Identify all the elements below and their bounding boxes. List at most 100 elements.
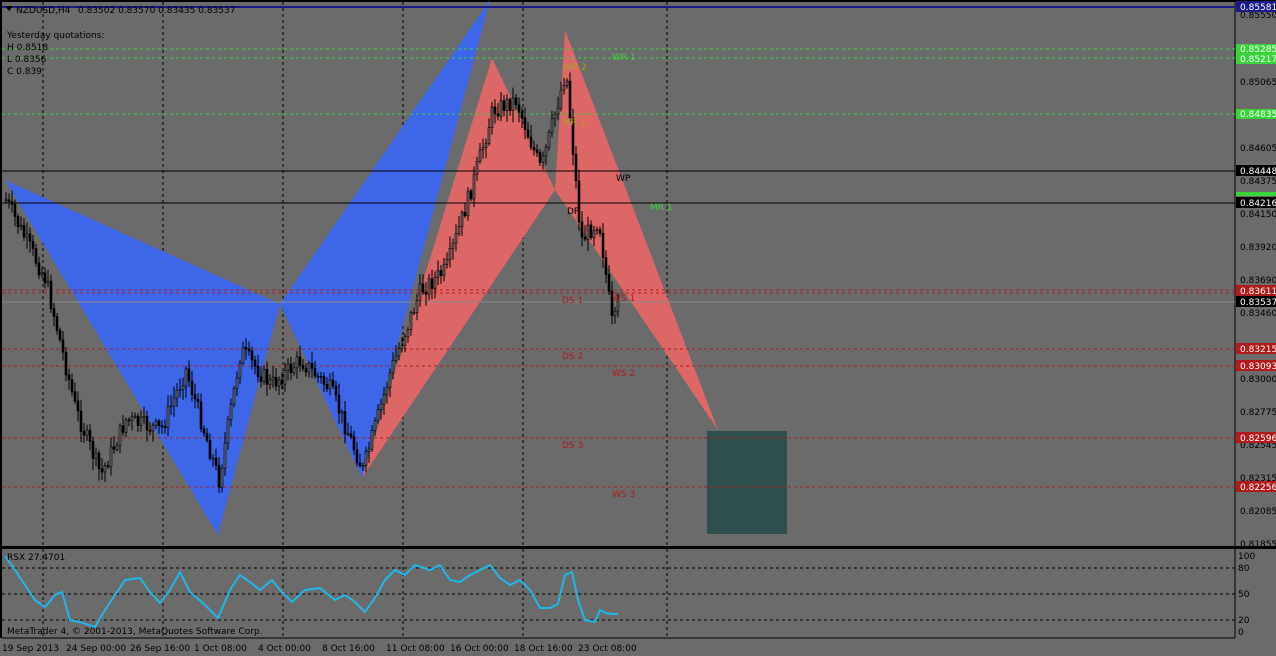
candle-body <box>295 356 299 369</box>
candle-body <box>82 431 86 436</box>
candle-body <box>49 280 53 309</box>
candle-body <box>409 312 413 330</box>
candle-body <box>61 339 65 353</box>
candle-body <box>568 80 572 119</box>
svg-text:100: 100 <box>1238 552 1255 562</box>
svg-text:23 Oct 08:00: 23 Oct 08:00 <box>578 644 637 654</box>
candle-body <box>157 420 161 427</box>
chart-window[interactable]: WR 1 WR 2 MR 1 WP MR 1 DP DS 1 WS 1 DS 2… <box>0 0 1276 656</box>
copyright-label: MetaTrader 4, © 2001-2013, MetaQuotes So… <box>7 627 263 637</box>
svg-text:24 Sep 00:00: 24 Sep 00:00 <box>66 644 126 654</box>
tag-wp: 0.84448 <box>1240 167 1276 177</box>
tag-mr1: 0.84835 <box>1240 110 1276 120</box>
candle-body <box>13 204 17 217</box>
candle-body <box>364 451 368 466</box>
svg-text:26 Sep 16:00: 26 Sep 16:00 <box>130 644 190 654</box>
svg-text:0.83000: 0.83000 <box>1240 375 1276 385</box>
candle-body <box>70 379 74 393</box>
level-ws2-label: WS 2 <box>612 369 635 379</box>
candle-body <box>187 368 191 382</box>
candle-body <box>346 433 350 436</box>
svg-text:4 Oct 00:00: 4 Oct 00:00 <box>258 644 311 654</box>
candle-body <box>40 272 44 276</box>
candle-body <box>88 429 92 442</box>
candle-body <box>133 415 137 418</box>
candle-body <box>478 149 482 162</box>
candle-body <box>376 409 380 422</box>
candle-body <box>97 452 101 470</box>
candle-body <box>595 229 599 232</box>
candle-body <box>262 369 266 382</box>
svg-text:0.83460: 0.83460 <box>1240 309 1276 319</box>
candle-body <box>496 113 500 117</box>
candle-body <box>400 345 404 349</box>
candle-body <box>433 276 437 289</box>
candle-body <box>73 391 77 402</box>
candle-body <box>235 377 239 389</box>
candle-body <box>130 416 134 421</box>
level-mr1-label: MR 1 <box>563 118 586 128</box>
candle-body <box>214 457 218 466</box>
candle-body <box>517 104 521 113</box>
candle-body <box>547 131 551 148</box>
candle-body <box>169 405 173 408</box>
candle-body <box>31 240 35 249</box>
candle-body <box>229 404 233 420</box>
candle-body <box>16 216 20 228</box>
candle-body <box>559 89 563 109</box>
svg-text:50: 50 <box>1238 590 1250 600</box>
candle-body <box>589 224 593 238</box>
candle-body <box>472 173 476 200</box>
candle-body <box>121 425 125 433</box>
candle-body <box>457 226 461 234</box>
yesterday-low: L 0.8356 <box>7 55 47 65</box>
candle-body <box>76 400 80 412</box>
candle-body <box>286 363 290 371</box>
candle-body <box>196 398 200 403</box>
candle-body <box>199 401 203 430</box>
candle-body <box>613 310 617 316</box>
candle-body <box>505 99 509 111</box>
candle-body <box>109 446 113 468</box>
candle-body <box>349 433 353 437</box>
candle-body <box>316 375 320 378</box>
svg-text:0: 0 <box>1238 628 1244 638</box>
candle-body <box>178 389 182 391</box>
candle-body <box>553 113 557 120</box>
candle-body <box>211 457 215 460</box>
candle-body <box>310 363 314 369</box>
candle-body <box>55 316 59 331</box>
candle-body <box>490 106 494 128</box>
level-wr2-label: WR 2 <box>563 63 587 73</box>
candle-body <box>4 199 8 202</box>
level-dp-label: DP <box>567 207 580 217</box>
level-wp-label: WP <box>616 174 631 184</box>
candle-body <box>361 465 365 467</box>
target-zone[interactable] <box>707 431 787 534</box>
candle-body <box>379 403 383 410</box>
svg-text:0.85065: 0.85065 <box>1240 78 1276 88</box>
candle-body <box>412 312 416 315</box>
candle-body <box>331 379 335 387</box>
level-ws1-label: WS 1 <box>612 294 635 304</box>
candle-body <box>265 369 269 385</box>
candle-body <box>391 359 395 374</box>
candle-body <box>67 374 71 380</box>
candle-body <box>451 242 455 249</box>
candle-body <box>460 211 464 227</box>
svg-text:11 Oct 08:00: 11 Oct 08:00 <box>386 644 445 654</box>
candle-body <box>37 262 41 276</box>
indicator-area[interactable] <box>2 549 1235 638</box>
candle-body <box>7 199 11 202</box>
candle-body <box>256 365 260 378</box>
candle-body <box>208 440 212 459</box>
candle-body <box>427 278 431 295</box>
svg-text:20: 20 <box>1238 616 1250 626</box>
svg-text:18 Oct 16:00: 18 Oct 16:00 <box>514 644 573 654</box>
candle-body <box>499 100 503 117</box>
candle-body <box>220 467 224 488</box>
candle-body <box>607 274 611 292</box>
candle-body <box>340 411 344 414</box>
candle-body <box>283 370 287 385</box>
svg-text:0.84375: 0.84375 <box>1240 177 1276 187</box>
